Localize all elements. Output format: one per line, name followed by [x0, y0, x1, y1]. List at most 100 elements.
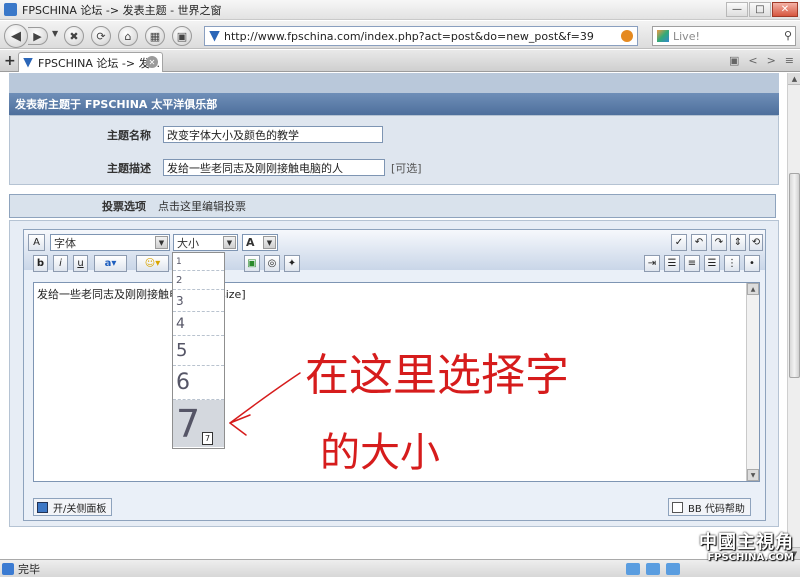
size-option-4[interactable]: 4 — [173, 312, 224, 336]
size-option-3[interactable]: 3 — [173, 290, 224, 312]
size-select-value: 大小 — [177, 236, 199, 250]
resize-icon[interactable]: ⇕ — [730, 234, 746, 251]
topic-title-row: 主题名称 改变字体大小及颜色的教学 — [10, 126, 383, 143]
align-left-icon[interactable]: ☰ — [664, 255, 680, 272]
window-titlebar: FPSCHINA 论坛 -> 发表主题 - 世界之窗 — □ ✕ — [0, 0, 800, 20]
size-option-2[interactable]: 2 — [173, 271, 224, 290]
panel-icon — [37, 501, 48, 513]
size-select[interactable]: 大小 ▼ — [173, 234, 238, 251]
size-option-6[interactable]: 6 — [173, 366, 224, 400]
switch-mode-icon[interactable]: ⟲ — [749, 234, 763, 251]
back-button[interactable]: ◀ — [4, 24, 28, 48]
insert-link-icon[interactable]: ◎ — [264, 255, 280, 272]
tab-label: FPSCHINA 论坛 -> 发... — [38, 56, 161, 70]
ordered-list-icon[interactable]: ⋮ — [724, 255, 740, 272]
insert-media-icon[interactable]: ✦ — [284, 255, 300, 272]
bold-button[interactable]: b — [33, 255, 48, 272]
page-scroll-up-icon[interactable]: ▲ — [788, 73, 800, 85]
live-search-icon — [657, 30, 669, 42]
page-view-button[interactable]: ▣ — [172, 26, 192, 46]
toggle-side-panel-label: 开/关侧面板 — [53, 503, 107, 515]
info-icon — [672, 501, 683, 513]
window-controls: — □ ✕ — [726, 2, 798, 17]
size-dropdown-list[interactable]: 1 2 3 4 5 6 7 7 — [172, 252, 225, 449]
topic-desc-row: 主题描述 发给一些老同志及刚刚接触电脑的人 [可选] — [10, 159, 422, 176]
minimize-button[interactable]: — — [726, 2, 748, 17]
size-option-1[interactable]: 1 — [173, 253, 224, 271]
post-body-textarea[interactable]: 发给一些老同志及刚刚接触电脑的 [/size] ▲ ▼ — [33, 282, 760, 482]
poll-label: 投票选项 — [102, 200, 146, 213]
size-tooltip: 7 — [202, 432, 213, 445]
bullet-list-icon[interactable]: • — [744, 255, 760, 272]
search-box[interactable]: Live! ⚲ — [652, 26, 796, 46]
insert-image-icon[interactable]: ▣ — [244, 255, 260, 272]
editor-box: A 字体 ▼ 大小 ▼ A ▼ ✓ ↶ ↷ ⇕ ⟲ b i u a▾ ☺▾ ▣ … — [23, 229, 766, 521]
page-status-icon — [2, 562, 14, 575]
site-watermark: 中國主視角 FPSCHINA.COM — [699, 528, 794, 563]
scroll-down-icon[interactable]: ▼ — [747, 469, 759, 481]
optional-label: [可选] — [391, 161, 422, 175]
underline-button[interactable]: u — [73, 255, 88, 272]
top-strip — [9, 73, 779, 93]
tab-fpschina[interactable]: FPSCHINA 论坛 -> 发... ✕ — [18, 52, 163, 72]
size-option-7[interactable]: 7 — [173, 400, 224, 447]
size-option-5[interactable]: 5 — [173, 336, 224, 366]
spellcheck-icon[interactable]: ✓ — [671, 234, 687, 251]
tab-menu-icon[interactable]: ▣ — [729, 54, 739, 67]
topic-desc-label: 主题描述 — [107, 161, 151, 175]
watermark-cn: 中國主視角 — [699, 532, 794, 553]
close-window-button[interactable]: ✕ — [772, 2, 798, 17]
maximize-button[interactable]: □ — [749, 2, 771, 17]
scroll-up-icon[interactable]: ▲ — [747, 283, 759, 295]
toggle-side-panel-button[interactable]: 开/关侧面板 — [33, 498, 113, 516]
status-bar: 完毕 — [0, 559, 800, 577]
post-header: 发表新主题于 FPSCHINA 太平洋俱乐部 — [9, 93, 779, 115]
tab-prev-icon[interactable]: < — [748, 54, 757, 67]
stop-button[interactable]: ✖ — [64, 26, 84, 46]
font-select-value: 字体 — [54, 236, 76, 250]
refresh-button[interactable]: ⟳ — [91, 26, 111, 46]
address-bar[interactable]: http://www.fpschina.com/index.php?act=po… — [204, 26, 638, 46]
site-favicon-icon — [209, 30, 220, 42]
home-button[interactable]: ⌂ — [118, 26, 138, 46]
font-select[interactable]: 字体 ▼ — [50, 234, 170, 251]
network-icon — [626, 563, 640, 575]
topic-desc-input[interactable]: 发给一些老同志及刚刚接触电脑的人 — [163, 159, 385, 176]
tab-next-icon[interactable]: > — [767, 54, 776, 67]
page-scrollbar[interactable]: ▲ ▼ — [787, 73, 800, 559]
forward-button[interactable]: ▶ — [28, 27, 48, 45]
undo-icon[interactable]: ↶ — [691, 234, 707, 251]
topic-title-input[interactable]: 改变字体大小及颜色的教学 — [163, 126, 383, 143]
page-scroll-thumb[interactable] — [789, 173, 800, 378]
page-content: 发表新主题于 FPSCHINA 太平洋俱乐部 主题名称 改变字体大小及颜色的教学… — [0, 73, 787, 559]
search-placeholder: Live! — [673, 29, 700, 43]
history-dropdown-icon[interactable]: ▼ — [52, 29, 58, 38]
tab-list-icon[interactable]: ≡ — [785, 54, 794, 67]
indent-icon[interactable]: ⇥ — [644, 255, 660, 272]
new-tab-button[interactable]: + — [4, 53, 16, 69]
redo-icon[interactable]: ↷ — [711, 234, 727, 251]
font-tool-icon[interactable]: A — [28, 234, 45, 251]
bb-code-help-button[interactable]: BB 代码帮助 — [668, 498, 751, 516]
edit-poll-link[interactable]: 点击这里编辑投票 — [158, 198, 246, 214]
bb-code-help-label: BB 代码帮助 — [688, 503, 745, 515]
tab-favicon-icon — [23, 57, 33, 68]
textarea-scrollbar[interactable]: ▲ ▼ — [746, 283, 759, 481]
go-icon[interactable] — [621, 30, 633, 42]
align-center-icon[interactable]: ≡ — [684, 255, 700, 272]
color-select[interactable]: A ▼ — [242, 234, 278, 251]
address-url: http://www.fpschina.com/index.php?act=po… — [224, 29, 594, 43]
search-icon[interactable]: ⚲ — [784, 29, 792, 42]
close-tab-icon[interactable]: ✕ — [146, 56, 158, 68]
chevron-down-icon: ▼ — [263, 236, 276, 249]
grid-view-button[interactable]: ▦ — [145, 26, 165, 46]
text-color-button[interactable]: a▾ — [94, 255, 127, 272]
tab-bar: + FPSCHINA 论坛 -> 发... ✕ ▣ < > ≡ — [0, 50, 800, 72]
speed-icon — [646, 563, 660, 575]
status-text: 完毕 — [18, 562, 40, 576]
topic-title-label: 主题名称 — [107, 128, 151, 142]
emoticon-button[interactable]: ☺▾ — [136, 255, 169, 272]
italic-button[interactable]: i — [53, 255, 68, 272]
align-right-icon[interactable]: ☰ — [704, 255, 720, 272]
color-select-value: A — [246, 236, 255, 249]
